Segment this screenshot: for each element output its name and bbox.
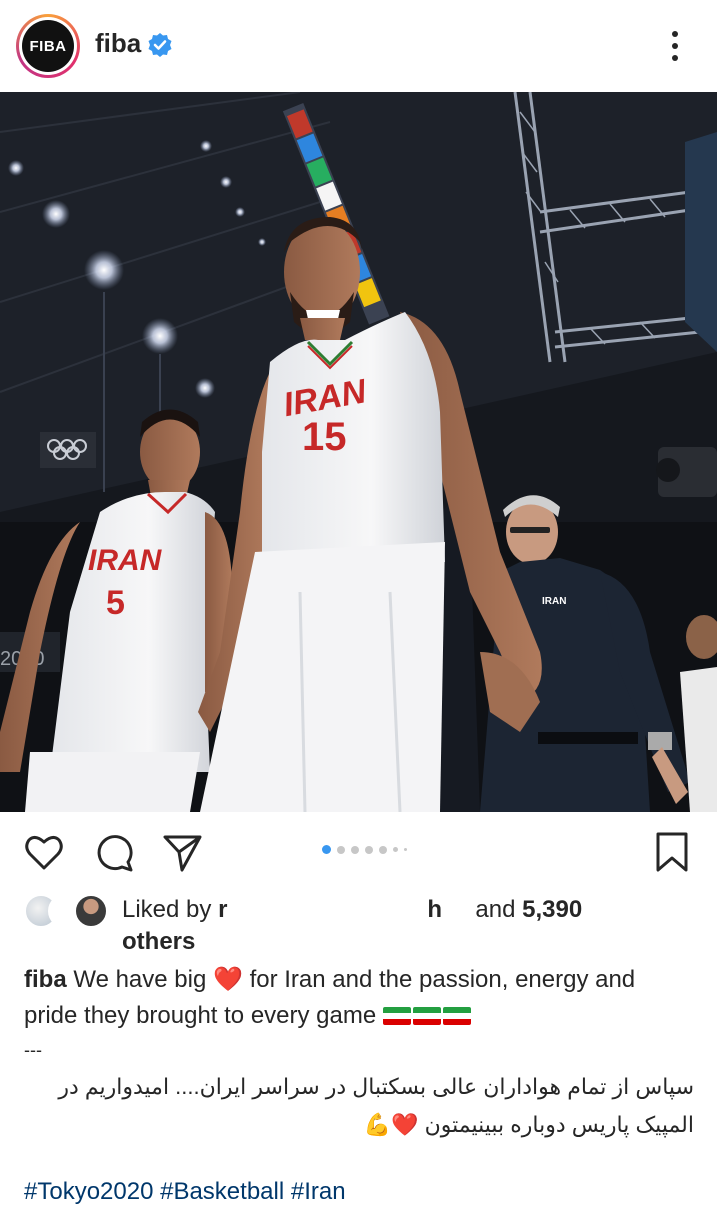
save-bookmark-icon[interactable] [650,830,694,874]
carousel-dot [365,845,373,854]
liker-name-b[interactable]: h [427,896,442,923]
post-caption: fiba We have big ❤️ for Iran and the pas… [24,962,694,1034]
verified-badge-icon [148,33,172,57]
carousel-dot [351,845,359,854]
coach-shirt-text: IRAN [542,596,566,607]
likes-prefix: Liked by [122,896,212,923]
likes-summary[interactable]: Liked by r h and 5,390 others [122,894,642,958]
avatar-inner: FIBA [19,17,77,75]
likes-others[interactable]: others [122,928,195,955]
caption-persian: سپاس از تمام هواداران عالی بسکتبال در سر… [24,1068,694,1144]
avatar-logo: FIBA [22,20,74,72]
heart-muscle-emoji-icon: ❤️💪 [363,1112,419,1137]
username[interactable]: fiba [95,28,141,59]
caption-separator: --- [24,1040,42,1060]
share-icon[interactable] [160,830,204,874]
carousel-dot [337,845,345,854]
liked-by-avatars[interactable] [24,894,114,930]
heart-emoji-icon: ❤️ [213,966,243,993]
more-options-icon[interactable] [660,26,690,66]
likes-count[interactable]: 5,390 [522,896,582,923]
liker-name-a[interactable]: r [218,896,227,923]
carousel-dot [404,848,407,851]
caption-username[interactable]: fiba [24,966,67,993]
carousel-indicator [322,845,407,854]
iran-flag-icon [442,1007,471,1025]
carousel-dot [379,845,387,854]
iran-flag-icon [412,1007,441,1025]
player-15-number: 15 [302,415,347,459]
post-photo[interactable]: 2020 IRAN [0,92,717,812]
likes-and: and [475,896,516,923]
comment-icon[interactable] [92,830,136,874]
player-5-jersey-text: IRAN [88,544,163,577]
iran-flag-icon [382,1007,411,1025]
carousel-dot [393,847,398,852]
post-header: FIBA fiba [0,0,717,92]
carousel-dot-active [322,845,331,854]
photo-illustration: 2020 IRAN [0,92,717,812]
like-heart-icon[interactable] [22,830,66,874]
avatar[interactable]: FIBA [16,14,80,78]
caption-text-part1: We have big [73,966,207,993]
player-5-number: 5 [106,584,125,622]
caption-hashtags[interactable]: #Tokyo2020 #Basketball #Iran [24,1178,346,1206]
liker-avatar [74,894,108,928]
